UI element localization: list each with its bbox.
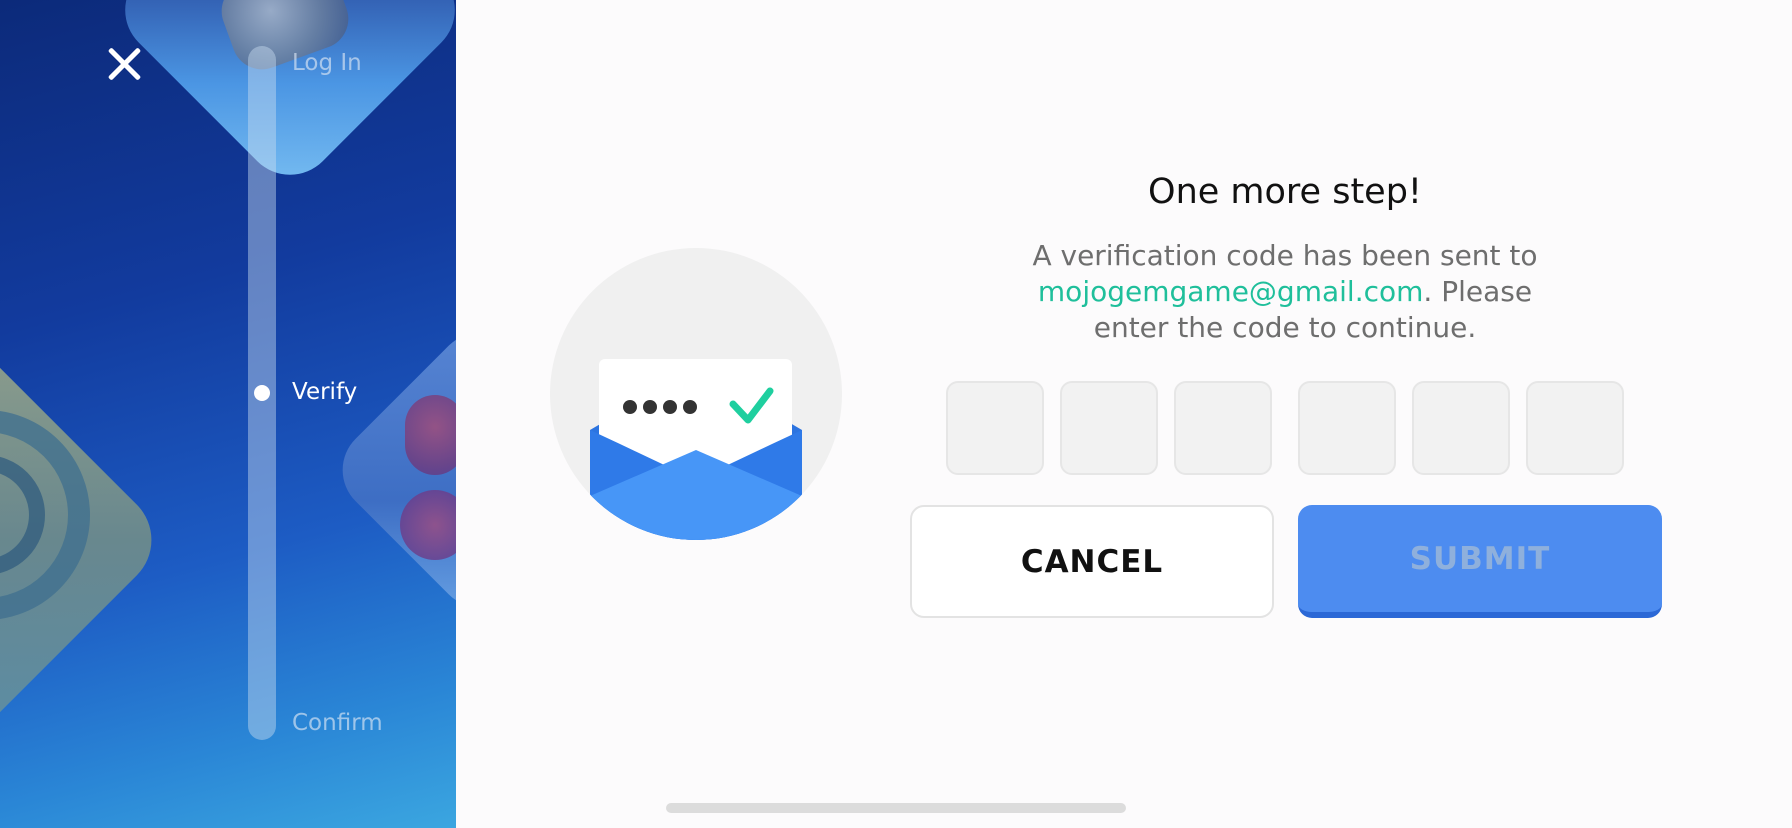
decorative-character-right <box>405 395 456 475</box>
step-label-verify: Verify <box>292 379 358 405</box>
home-indicator <box>666 803 1126 813</box>
page-title: One more step! <box>1148 172 1422 212</box>
left-panel: Log In Verify Confirm <box>0 0 456 828</box>
description-text: A verification code has been sent to <box>1032 239 1538 272</box>
step-progress-indicator <box>254 385 270 401</box>
verification-description: A verification code has been sent to mojo… <box>1000 238 1570 346</box>
close-icon[interactable] <box>102 42 146 86</box>
step-label-confirm: Confirm <box>292 710 383 736</box>
code-digit-2-input[interactable] <box>1060 381 1158 475</box>
code-digit-5-input[interactable] <box>1412 381 1510 475</box>
cancel-button[interactable]: CANCEL <box>910 505 1274 618</box>
code-digit-3-input[interactable] <box>1174 381 1272 475</box>
code-digit-1-input[interactable] <box>946 381 1044 475</box>
step-label-login: Log In <box>292 50 362 76</box>
code-digit-6-input[interactable] <box>1526 381 1624 475</box>
submit-button[interactable]: SUBMIT <box>1298 505 1662 618</box>
code-digit-4-input[interactable] <box>1298 381 1396 475</box>
envelope-check-icon <box>550 248 842 540</box>
email-address: mojogemgame@gmail.com <box>1037 275 1424 308</box>
